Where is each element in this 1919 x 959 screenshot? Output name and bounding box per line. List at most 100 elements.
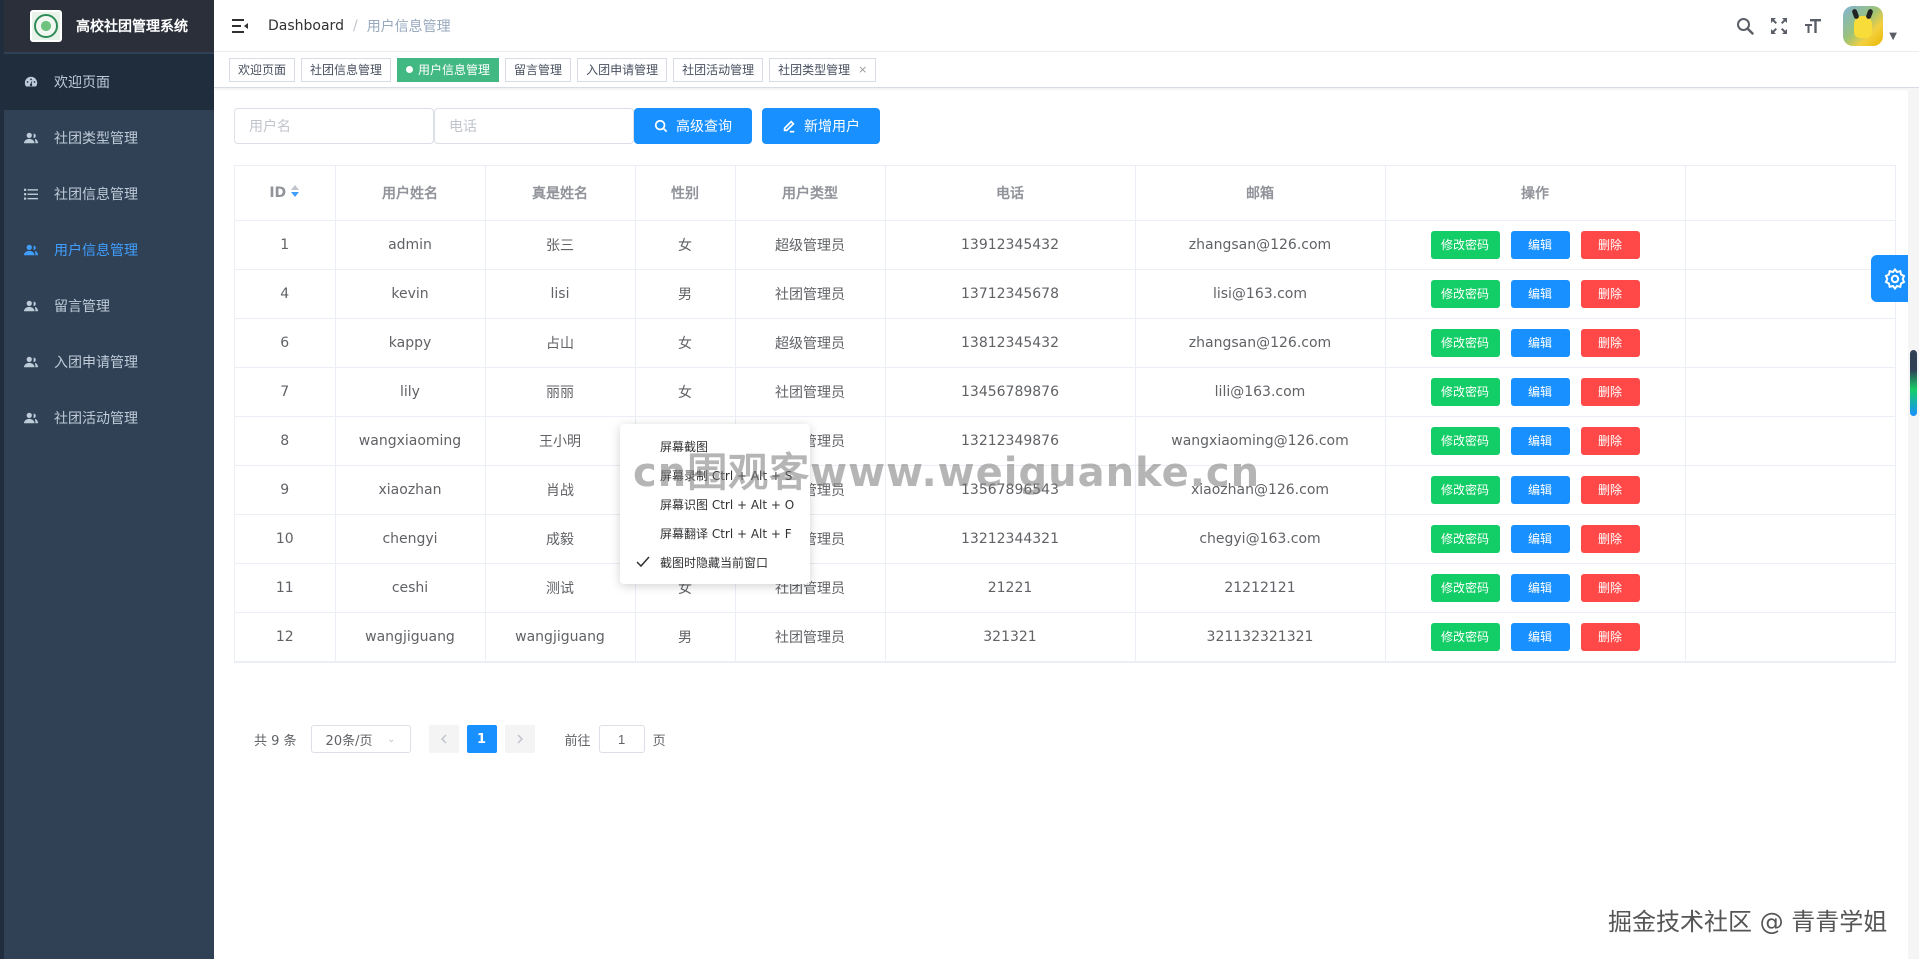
delete-button[interactable]: 删除	[1580, 475, 1640, 504]
cell-actions: 修改密码 编辑 删除	[1385, 612, 1686, 662]
add-user-label: 新增用户	[804, 118, 860, 134]
delete-button[interactable]: 删除	[1580, 573, 1640, 602]
cell-actions: 修改密码 编辑 删除	[1385, 465, 1686, 515]
navbar-right: ▼	[1735, 0, 1897, 52]
tag-messages[interactable]: 留言管理	[505, 57, 572, 82]
change-password-button[interactable]: 修改密码	[1430, 524, 1500, 553]
edit-button[interactable]: 编辑	[1510, 328, 1570, 357]
table-row: 10chengyi成毅男社团管理员13212344321chegyi@163.c…	[235, 514, 1895, 564]
delete-button[interactable]: 删除	[1580, 230, 1640, 259]
row-actions: 修改密码 编辑 删除	[1386, 475, 1685, 504]
breadcrumb-current: 用户信息管理	[366, 18, 451, 35]
cell-email: 21212121	[1135, 563, 1386, 613]
sidebar-item-club-info[interactable]: 社团信息管理	[4, 166, 214, 222]
search-icon	[654, 119, 668, 133]
tag-label: 社团类型管理	[778, 62, 851, 77]
font-size-icon[interactable]	[1803, 16, 1823, 36]
change-password-button[interactable]: 修改密码	[1430, 230, 1500, 259]
context-item-screen-translate[interactable]: 屏幕翻译 Ctrl + Alt + F	[620, 519, 810, 548]
edit-button[interactable]: 编辑	[1510, 426, 1570, 455]
delete-button[interactable]: 删除	[1580, 328, 1640, 357]
cell-filler	[1685, 416, 1895, 466]
edit-button[interactable]: 编辑	[1510, 230, 1570, 259]
edit-button[interactable]: 编辑	[1510, 573, 1570, 602]
sidebar-item-join-applications[interactable]: 入团申请管理	[4, 334, 214, 390]
sidebar-item-user-info[interactable]: 用户信息管理	[4, 222, 214, 278]
tag-user-info[interactable]: 用户信息管理	[397, 57, 500, 82]
edit-button[interactable]: 编辑	[1510, 622, 1570, 651]
context-item-screen-record[interactable]: 屏幕录制 Ctrl + Alt + S	[620, 461, 810, 490]
sidebar-item-messages[interactable]: 留言管理	[4, 278, 214, 334]
cell-gender: 女	[635, 318, 736, 368]
context-item-screenshot[interactable]: 屏幕截图	[620, 432, 810, 461]
change-password-button[interactable]: 修改密码	[1430, 279, 1500, 308]
tag-label: 欢迎页面	[238, 62, 287, 77]
cell-email: lisi@163.com	[1135, 269, 1386, 319]
tag-club-type[interactable]: 社团类型管理 ×	[769, 57, 877, 82]
column-header-id[interactable]: ID	[235, 166, 336, 221]
add-user-button[interactable]: 新增用户	[762, 108, 880, 144]
sidebar-item-welcome[interactable]: 欢迎页面	[4, 54, 214, 110]
cell-realname: 王小明	[485, 416, 636, 466]
user-avatar-dropdown[interactable]: ▼	[1843, 6, 1897, 46]
change-password-button[interactable]: 修改密码	[1430, 622, 1500, 651]
page-size-value: 20条/页	[325, 733, 373, 749]
delete-button[interactable]: 删除	[1580, 524, 1640, 553]
search-icon[interactable]	[1735, 16, 1755, 36]
advanced-search-button[interactable]: 高级查询	[634, 108, 752, 144]
scrollbar-thumb[interactable]	[1910, 350, 1917, 416]
delete-button[interactable]: 删除	[1580, 377, 1640, 406]
sidebar-item-club-type[interactable]: 社团类型管理	[4, 110, 214, 166]
sidebar-item-label: 社团类型管理	[54, 131, 138, 147]
sidebar-item-label: 社团活动管理	[54, 411, 138, 427]
username-input[interactable]	[234, 108, 434, 144]
edit-button[interactable]: 编辑	[1510, 377, 1570, 406]
dashboard-icon	[24, 75, 38, 89]
cell-phone: 13456789876	[885, 367, 1136, 417]
edit-button[interactable]: 编辑	[1510, 524, 1570, 553]
next-page-button[interactable]	[504, 725, 535, 753]
user-table: ID 用户姓名 真是姓名 性别 用户类型 电话 邮箱 操作 1 admin 张三女超…	[234, 165, 1896, 663]
change-password-button[interactable]: 修改密码	[1430, 328, 1500, 357]
cell-phone: 21221	[885, 563, 1136, 613]
prev-page-button[interactable]	[428, 725, 459, 753]
cell-actions: 修改密码 编辑 删除	[1385, 220, 1686, 270]
page-size-select[interactable]: 20条/页 ⌄	[310, 725, 411, 753]
sidebar-logo[interactable]: 高校社团管理系统	[4, 0, 214, 52]
edit-button[interactable]: 编辑	[1510, 279, 1570, 308]
tag-club-activities[interactable]: 社团活动管理	[673, 57, 764, 82]
app-root: 高校社团管理系统 欢迎页面 社团类型管理 社团信息管理 用户信息管理 留言管理 …	[0, 0, 1919, 959]
tag-welcome[interactable]: 欢迎页面	[229, 57, 296, 82]
cell-id: 9	[235, 465, 336, 515]
context-item-hide-window[interactable]: 截图时隐藏当前窗口	[620, 548, 810, 577]
cell-id: 10	[235, 514, 336, 564]
sort-icon[interactable]	[290, 184, 300, 201]
change-password-button[interactable]: 修改密码	[1430, 426, 1500, 455]
tag-join-applications[interactable]: 入团申请管理	[577, 57, 668, 82]
breadcrumb-home[interactable]: Dashboard	[268, 18, 344, 34]
hamburger-icon[interactable]	[230, 16, 250, 36]
change-password-button[interactable]: 修改密码	[1430, 377, 1500, 406]
sidebar-item-club-activities[interactable]: 社团活动管理	[4, 390, 214, 446]
fullscreen-icon[interactable]	[1769, 16, 1789, 36]
advanced-search-label: 高级查询	[676, 118, 732, 134]
cell-email: chegyi@163.com	[1135, 514, 1386, 564]
delete-button[interactable]: 删除	[1580, 622, 1640, 651]
edit-button[interactable]: 编辑	[1510, 475, 1570, 504]
scrollbar-track[interactable]	[1908, 88, 1919, 959]
user-icon	[24, 299, 38, 313]
active-dot-icon	[406, 66, 414, 73]
search-bar: 高级查询 新增用户	[234, 108, 880, 144]
phone-input[interactable]	[434, 108, 634, 144]
tag-club-info[interactable]: 社团信息管理	[301, 57, 392, 82]
page-number-button[interactable]: 1	[466, 725, 497, 753]
user-icon	[24, 411, 38, 425]
context-item-screen-ocr[interactable]: 屏幕识图 Ctrl + Alt + O	[620, 490, 810, 519]
goto-page-input[interactable]	[598, 725, 645, 753]
delete-button[interactable]: 删除	[1580, 279, 1640, 308]
change-password-button[interactable]: 修改密码	[1430, 475, 1500, 504]
cell-realname: 测试	[485, 563, 636, 613]
close-icon[interactable]: ×	[858, 59, 867, 81]
delete-button[interactable]: 删除	[1580, 426, 1640, 455]
change-password-button[interactable]: 修改密码	[1430, 573, 1500, 602]
